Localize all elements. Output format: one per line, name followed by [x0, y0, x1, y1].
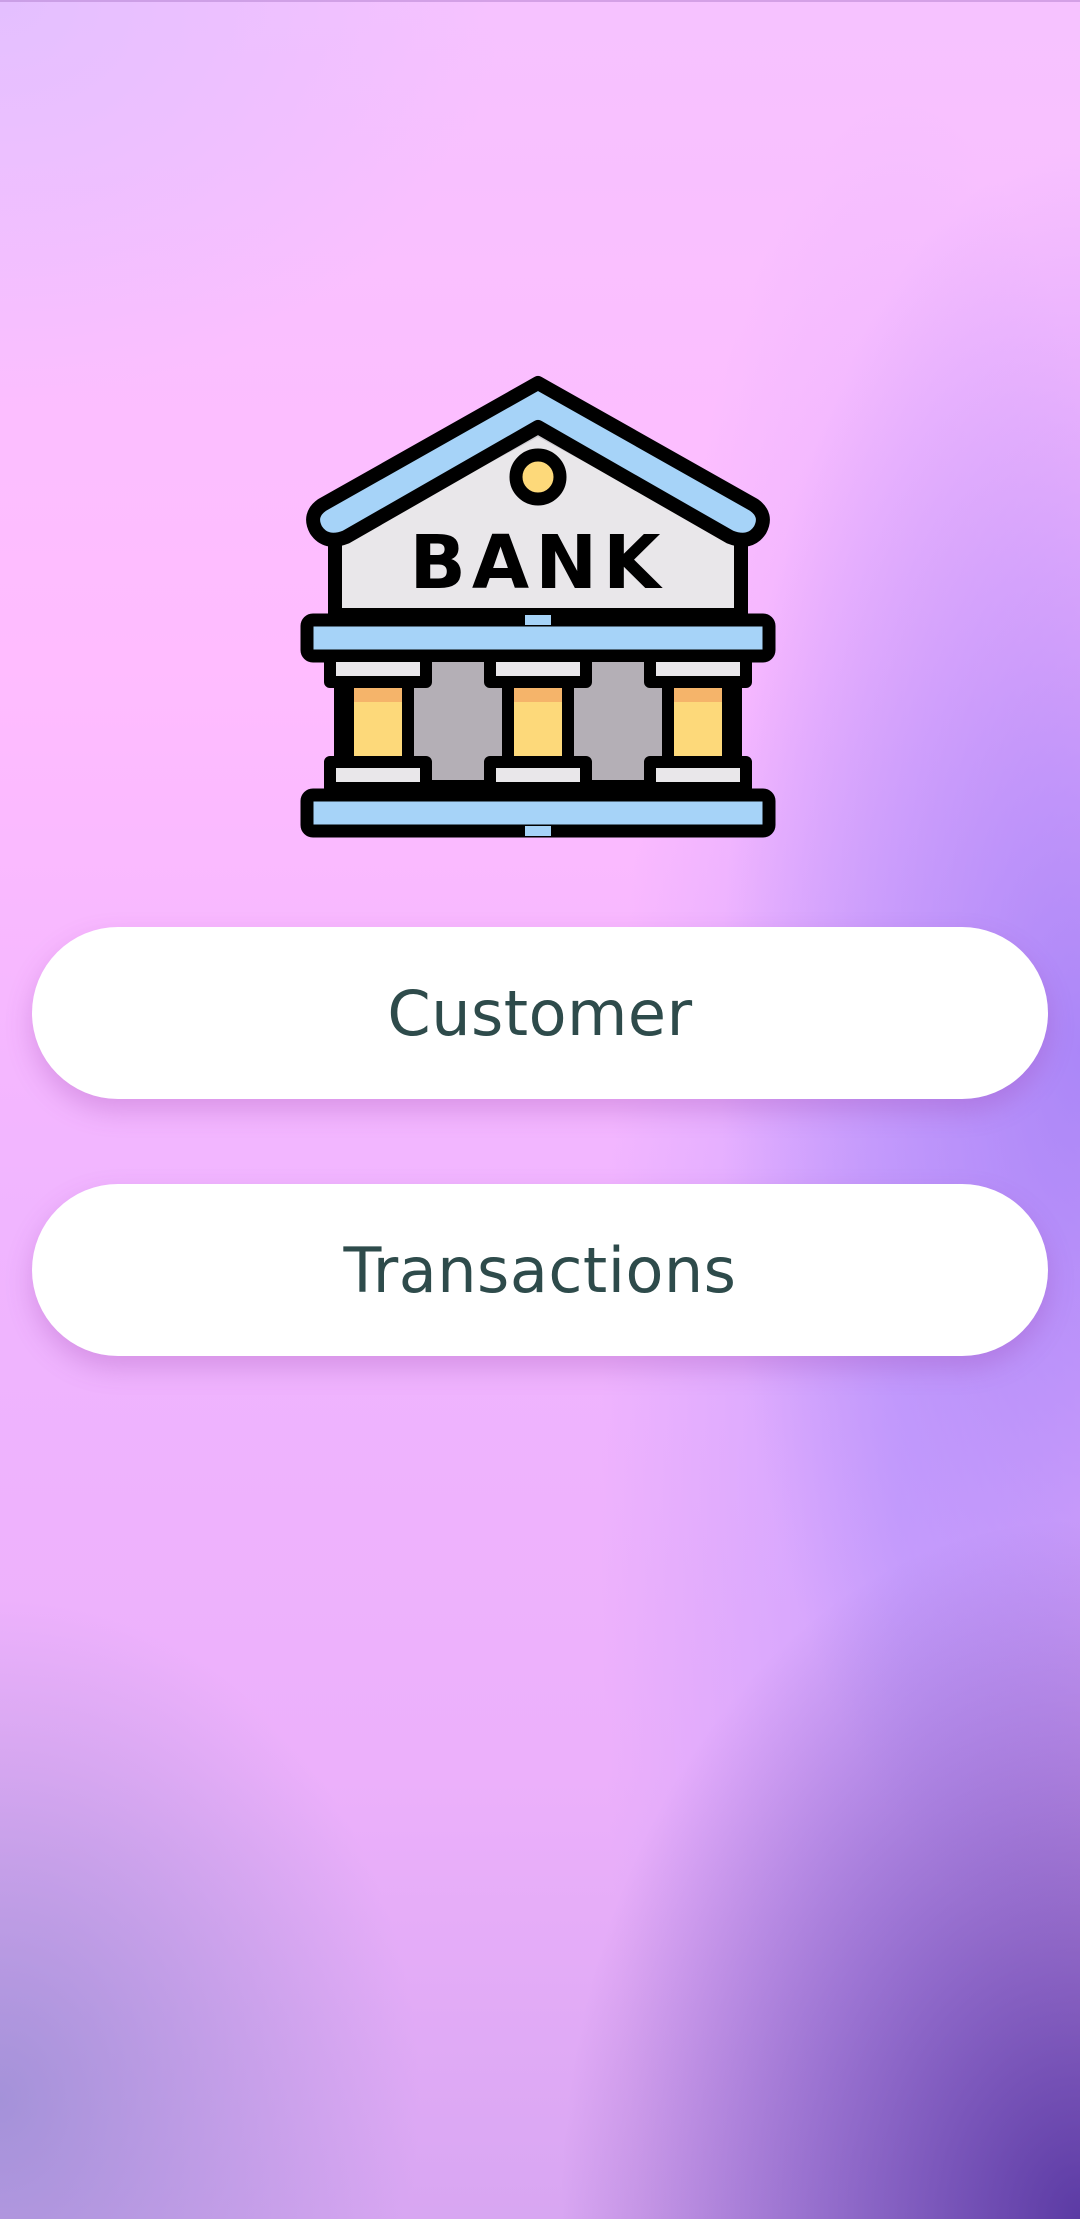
bank-building-icon: BANK	[300, 376, 776, 838]
transactions-button-label: Transactions	[343, 1233, 737, 1307]
transactions-button[interactable]: Transactions	[32, 1184, 1048, 1356]
customer-button[interactable]: Customer	[32, 927, 1048, 1099]
status-bar-line	[0, 0, 1080, 2]
customer-button-label: Customer	[387, 976, 693, 1050]
bank-sign-text: BANK	[410, 520, 667, 606]
